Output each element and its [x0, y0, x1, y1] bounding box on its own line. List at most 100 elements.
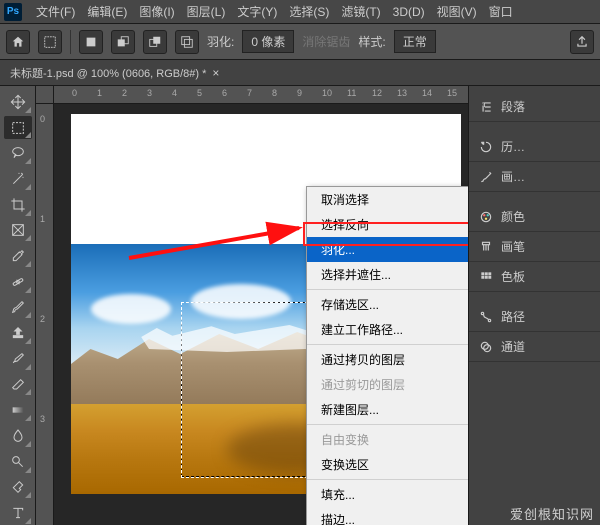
context-menu-separator — [307, 289, 468, 290]
context-menu-item[interactable]: 选择并遮住... — [307, 262, 468, 287]
context-menu-item[interactable]: 存储选区... — [307, 292, 468, 317]
context-menu: 取消选择选择反向羽化...选择并遮住... 存储选区...建立工作路径... 通过拷… — [306, 186, 468, 525]
canvas-area[interactable]: 012345678910111213141516 0123 取消选择选择反向羽化… — [36, 86, 468, 525]
menu-view[interactable]: 视图(V) — [431, 3, 483, 20]
menu-edit[interactable]: 编辑(E) — [81, 3, 133, 20]
dodge-tool[interactable] — [4, 450, 32, 474]
ruler-tick: 12 — [372, 88, 382, 98]
context-menu-item[interactable]: 变换选区 — [307, 452, 468, 477]
context-menu-item[interactable]: 选择反向 — [307, 212, 468, 237]
eraser-tool[interactable] — [4, 373, 32, 397]
paths-icon — [479, 310, 493, 324]
ruler-tick: 0 — [72, 88, 77, 98]
panel-label: 历… — [501, 138, 525, 155]
history-icon — [479, 140, 493, 154]
panel-brushes[interactable]: 画… — [469, 162, 600, 192]
ruler-tick: 5 — [197, 88, 202, 98]
ruler-origin — [36, 86, 54, 104]
panel-paragraph[interactable]: 段落 — [469, 92, 600, 122]
ruler-tick: 13 — [397, 88, 407, 98]
panel-brush-settings[interactable]: 画笔 — [469, 232, 600, 262]
panel-label: 段落 — [501, 98, 525, 115]
close-tab-icon[interactable]: × — [212, 66, 219, 80]
context-menu-item: 自由变换 — [307, 427, 468, 452]
panel-color[interactable]: 颜色 — [469, 202, 600, 232]
panel-paths[interactable]: 路径 — [469, 302, 600, 332]
panel-swatches[interactable]: 色板 — [469, 262, 600, 292]
share-button[interactable] — [570, 30, 594, 54]
menu-image[interactable]: 图像(I) — [133, 3, 180, 20]
document-tab-title: 未标题-1.psd @ 100% (0606, RGB/8#) * — [10, 65, 206, 81]
menu-file[interactable]: 文件(F) — [30, 3, 81, 20]
lasso-tool[interactable] — [4, 141, 32, 165]
ruler-tick: 2 — [40, 314, 45, 324]
brushes-icon — [479, 170, 493, 184]
app-logo: Ps — [4, 3, 22, 21]
menu-layer[interactable]: 图层(L) — [181, 3, 232, 20]
crop-tool[interactable] — [4, 193, 32, 217]
context-menu-item[interactable]: 建立工作路径... — [307, 317, 468, 342]
context-menu-item[interactable]: 羽化... — [307, 237, 468, 262]
ruler-tick: 14 — [422, 88, 432, 98]
panel-label: 画… — [501, 168, 525, 185]
blur-tool[interactable] — [4, 424, 32, 448]
menu-window[interactable]: 窗口 — [483, 3, 519, 20]
gradient-tool[interactable] — [4, 398, 32, 422]
healing-brush-tool[interactable] — [4, 270, 32, 294]
panel-label: 色板 — [501, 268, 525, 285]
style-select[interactable]: 正常 — [394, 30, 436, 53]
ruler-tick: 1 — [40, 214, 45, 224]
panel-history[interactable]: 历… — [469, 132, 600, 162]
magic-wand-tool[interactable] — [4, 167, 32, 191]
subtract-selection-mode[interactable] — [143, 30, 167, 54]
ruler-tick: 4 — [172, 88, 177, 98]
marquee-tool[interactable] — [4, 116, 32, 140]
context-menu-item: 通过剪切的图层 — [307, 372, 468, 397]
feather-input[interactable]: 0 像素 — [242, 30, 294, 53]
pen-tool[interactable] — [4, 476, 32, 500]
toolbox — [0, 86, 36, 525]
type-tool[interactable] — [4, 501, 32, 525]
panel-label: 通道 — [501, 338, 525, 355]
document-tab[interactable]: 未标题-1.psd @ 100% (0606, RGB/8#) * × — [10, 65, 219, 81]
context-menu-item[interactable]: 取消选择 — [307, 187, 468, 212]
context-menu-item[interactable]: 描边... — [307, 507, 468, 525]
brush-tool[interactable] — [4, 296, 32, 320]
context-menu-item[interactable]: 新建图层... — [307, 397, 468, 422]
color-icon — [479, 210, 493, 224]
marquee-tool-indicator[interactable] — [38, 30, 62, 54]
menubar: Ps 文件(F) 编辑(E) 图像(I) 图层(L) 文字(Y) 选择(S) 滤… — [0, 0, 600, 24]
new-selection-mode[interactable] — [79, 30, 103, 54]
panel-channels[interactable]: 通道 — [469, 332, 600, 362]
menu-type[interactable]: 文字(Y) — [231, 3, 283, 20]
home-button[interactable] — [6, 30, 30, 54]
swatches-icon — [479, 270, 493, 284]
frame-tool[interactable] — [4, 219, 32, 243]
ruler-tick: 10 — [322, 88, 332, 98]
context-menu-item[interactable]: 填充... — [307, 482, 468, 507]
context-menu-item[interactable]: 通过拷贝的图层 — [307, 347, 468, 372]
ruler-tick: 6 — [222, 88, 227, 98]
ruler-tick: 15 — [447, 88, 457, 98]
ruler-tick: 0 — [40, 114, 45, 124]
context-menu-separator — [307, 479, 468, 480]
history-brush-tool[interactable] — [4, 347, 32, 371]
intersect-selection-mode[interactable] — [175, 30, 199, 54]
workspace: 012345678910111213141516 0123 取消选择选择反向羽化… — [0, 86, 600, 525]
right-panels: 段落 历… 画… 颜色 画笔 色板 路径 通道 — [468, 86, 600, 525]
antialias-checkbox-label: 消除锯齿 — [302, 33, 350, 50]
ruler-tick: 11 — [347, 88, 356, 98]
ruler-horizontal: 012345678910111213141516 — [54, 86, 468, 104]
menu-3d[interactable]: 3D(D) — [387, 5, 431, 19]
move-tool[interactable] — [4, 90, 32, 114]
eyedropper-tool[interactable] — [4, 244, 32, 268]
menu-select[interactable]: 选择(S) — [283, 3, 335, 20]
menu-filter[interactable]: 滤镜(T) — [335, 3, 386, 20]
add-selection-mode[interactable] — [111, 30, 135, 54]
panel-label: 路径 — [501, 308, 525, 325]
ruler-tick: 7 — [247, 88, 252, 98]
ruler-tick: 1 — [97, 88, 102, 98]
clone-stamp-tool[interactable] — [4, 321, 32, 345]
paragraph-icon — [479, 100, 493, 114]
style-label: 样式: — [358, 33, 385, 50]
